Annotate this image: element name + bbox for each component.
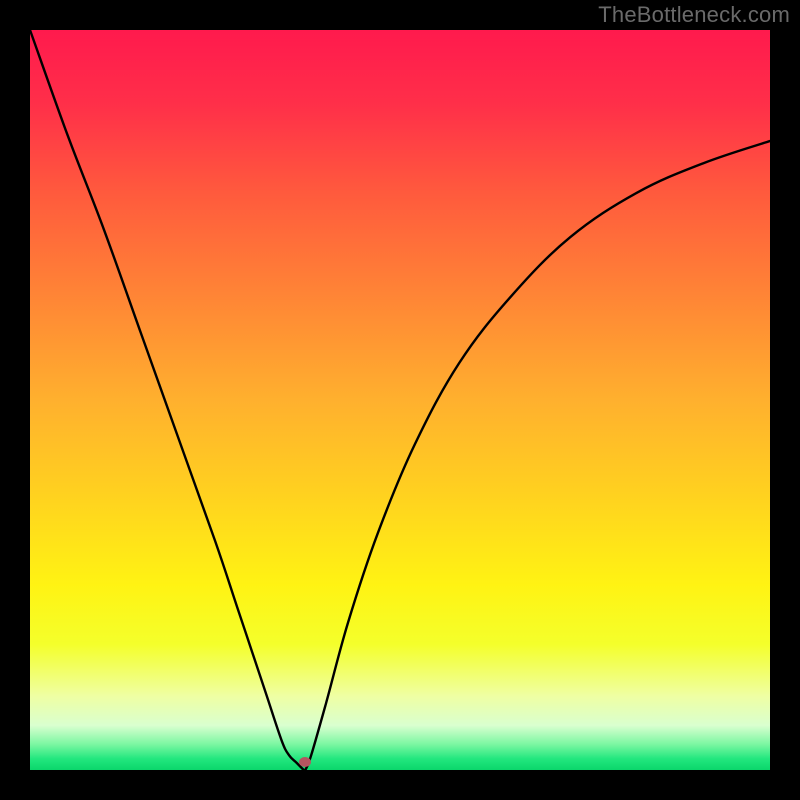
plot-background xyxy=(30,30,770,770)
chart-frame: TheBottleneck.com xyxy=(0,0,800,800)
watermark-text: TheBottleneck.com xyxy=(598,2,790,28)
minimum-marker xyxy=(299,757,311,767)
chart-svg xyxy=(0,0,800,800)
